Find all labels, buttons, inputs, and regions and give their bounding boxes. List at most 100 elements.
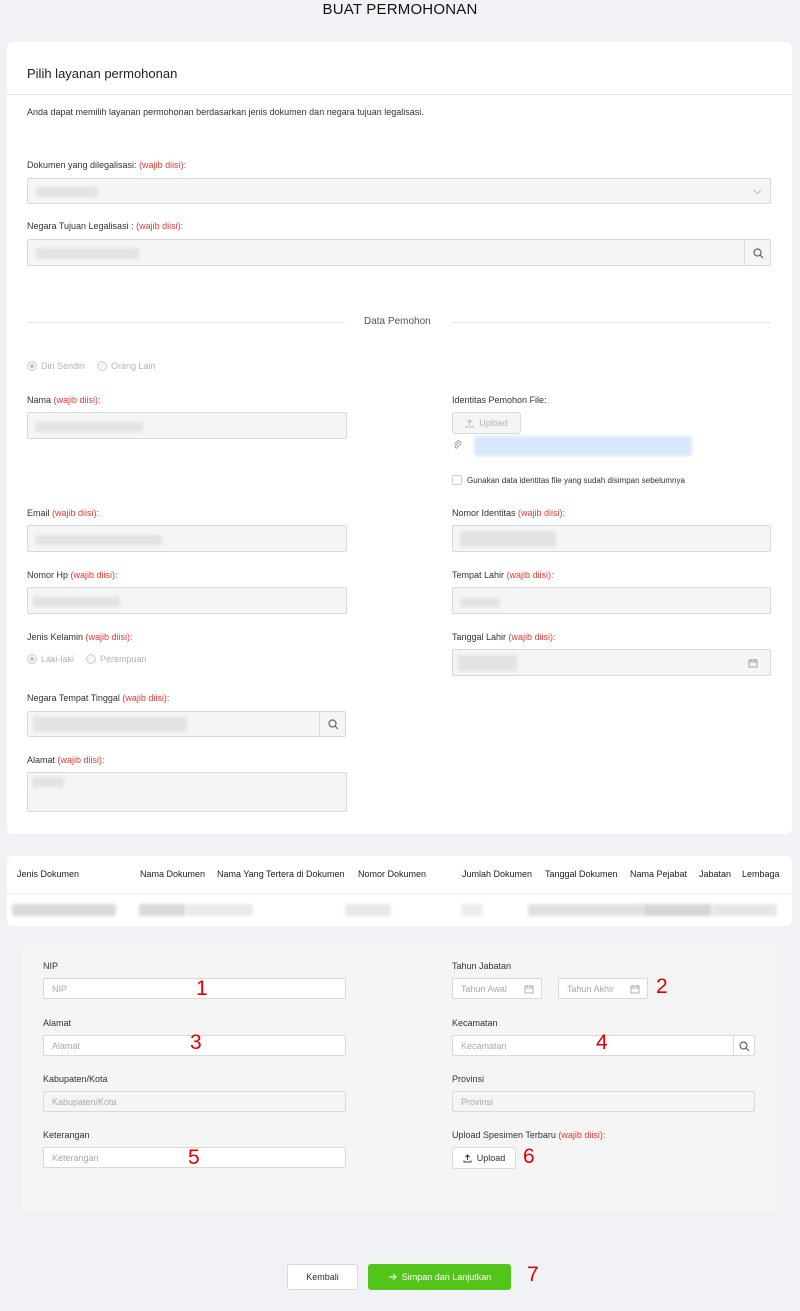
nomor-identitas-input[interactable] (452, 525, 771, 552)
table-header-divider (7, 893, 792, 894)
upload-icon (463, 1153, 472, 1162)
search-icon (753, 248, 764, 259)
nomor-identitas-label: Nomor Identitas (wajib diisi): (452, 508, 566, 518)
section-divider-left (27, 322, 345, 323)
alamat-pejabat-label: Alamat (43, 1018, 72, 1028)
kecamatan-label: Kecamatan (452, 1018, 498, 1028)
cell-redacted (712, 904, 777, 916)
section-divider-right (452, 322, 771, 323)
identitas-file-label: Identitas Pemohon File: (452, 395, 547, 405)
kecamatan-search-button[interactable] (733, 1036, 754, 1055)
annotation-3: 3 (190, 1031, 202, 1054)
radio-diri-sendiri[interactable]: Diri Sendiri (27, 361, 85, 371)
radio-laki-laki[interactable]: Laki-laki (27, 654, 74, 664)
cell-redacted (528, 904, 643, 916)
radio-dot (86, 654, 96, 664)
tahun-awal-placeholder: Tahun Awal (461, 983, 507, 994)
upload-icon (465, 418, 474, 427)
kabupaten-input[interactable]: Kabupaten/Kota (43, 1091, 346, 1112)
negara-tujuan-label: Negara Tujuan Legalisasi : (wajib diisi)… (27, 221, 184, 231)
kabupaten-label: Kabupaten/Kota (43, 1074, 108, 1084)
calendar-icon (748, 659, 758, 668)
email-label: Email (wajib diisi): (27, 508, 100, 518)
annotation-2: 2 (656, 975, 668, 998)
calendar-icon (524, 985, 534, 994)
paperclip-icon (453, 440, 462, 449)
provinsi-label: Provinsi (452, 1074, 485, 1084)
calendar-icon (630, 985, 640, 994)
tahun-jabatan-label: Tahun Jabatan (452, 961, 512, 971)
search-icon (328, 719, 339, 730)
keterangan-placeholder: Keterangan (52, 1152, 99, 1163)
nama-value-redacted (35, 422, 143, 432)
col-jenis-dokumen: Jenis Dokumen (17, 869, 80, 879)
tempat-lahir-value-redacted (460, 598, 500, 607)
alamat-pejabat-placeholder: Alamat (52, 1040, 81, 1051)
tanggal-lahir-input[interactable] (452, 649, 771, 676)
negara-tinggal-search-button[interactable] (319, 712, 345, 736)
email-input[interactable] (27, 525, 347, 552)
col-tanggal-dokumen: Tanggal Dokumen (545, 869, 618, 879)
annotation-6: 6 (523, 1145, 535, 1168)
nomor-identitas-value-redacted (460, 531, 556, 547)
provinsi-input[interactable]: Provinsi (452, 1091, 755, 1112)
jenis-kelamin-label: Jenis Kelamin (wajib diisi): (27, 632, 133, 642)
col-jabatan: Jabatan (699, 869, 732, 879)
col-nama-tertera: Nama Yang Tertera di Dokumen (217, 869, 345, 879)
identitas-upload-button[interactable]: Upload (452, 412, 521, 434)
tanggal-lahir-label: Tanggal Lahir (wajib diisi): (452, 632, 556, 642)
negara-tujuan-value-redacted (36, 248, 139, 259)
col-jumlah-dokumen: Jumlah Dokumen (462, 869, 533, 879)
negara-tinggal-label: Negara Tempat Tinggal (wajib diisi): (27, 693, 170, 703)
keterangan-label: Keterangan (43, 1130, 90, 1140)
tahun-awal-input[interactable]: Tahun Awal (452, 978, 542, 999)
spesimen-label: Upload Spesimen Terbaru (wajib diisi): (452, 1130, 606, 1140)
col-nomor-dokumen: Nomor Dokumen (358, 869, 427, 879)
annotation-4: 4 (596, 1031, 608, 1054)
tempat-lahir-input[interactable] (452, 587, 771, 614)
cell-redacted (461, 904, 483, 916)
nip-input[interactable]: NIP (43, 978, 346, 999)
spesimen-upload-button[interactable]: Upload (452, 1147, 516, 1169)
alamat-value-redacted (32, 777, 64, 787)
tahun-akhir-input[interactable]: Tahun Akhir (558, 978, 648, 999)
nip-label: NIP (43, 961, 59, 971)
cell-redacted (643, 904, 712, 916)
kecamatan-placeholder: Kecamatan (461, 1040, 507, 1051)
nip-placeholder: NIP (52, 983, 68, 994)
col-nama-pejabat: Nama Pejabat (630, 869, 688, 879)
arrow-right-icon (388, 1273, 397, 1281)
kembali-button[interactable]: Kembali (287, 1264, 358, 1290)
alamat-textarea[interactable] (27, 772, 347, 812)
radio-dot (27, 654, 37, 664)
nomor-hp-label: Nomor Hp (wajib diisi): (27, 570, 118, 580)
data-pemohon-heading: Data Pemohon (364, 316, 431, 327)
nama-label: Nama (wajib diisi): (27, 395, 101, 405)
simpan-lanjutkan-button[interactable]: Simpan dan Lanjutkan (368, 1264, 511, 1290)
nama-input[interactable] (27, 412, 347, 439)
cell-redacted (186, 904, 253, 916)
radio-dot (27, 361, 37, 371)
search-icon (739, 1041, 750, 1052)
radio-perempuan[interactable]: Perempuan (86, 654, 147, 664)
tahun-akhir-placeholder: Tahun Akhir (567, 983, 615, 994)
col-lembaga: Lembaga (742, 869, 780, 879)
provinsi-placeholder: Provinsi (461, 1096, 494, 1107)
negara-tujuan-search-button[interactable] (744, 240, 770, 265)
nomor-hp-input[interactable] (27, 587, 347, 614)
dokumen-select[interactable] (27, 178, 771, 204)
negara-tinggal-input[interactable] (27, 711, 346, 737)
radio-dot (97, 361, 107, 371)
annotation-5: 5 (188, 1146, 200, 1169)
annotation-1: 1 (196, 977, 208, 1000)
negara-tinggal-value-redacted (33, 717, 187, 732)
radio-orang-lain[interactable]: Orang Lain (97, 361, 156, 371)
cell-redacted (345, 904, 391, 916)
identitas-file-link-redacted[interactable] (474, 436, 692, 456)
tempat-lahir-label: Tempat Lahir (wajib diisi): (452, 570, 554, 580)
negara-tujuan-input[interactable] (27, 239, 771, 266)
reuse-identity-checkbox[interactable] (452, 475, 462, 485)
dokumen-label: Dokumen yang dilegalisasi: (wajib diisi)… (27, 160, 187, 170)
page-title: BUAT PERMOHONAN (322, 1, 478, 18)
tanggal-lahir-value-redacted (458, 655, 517, 671)
